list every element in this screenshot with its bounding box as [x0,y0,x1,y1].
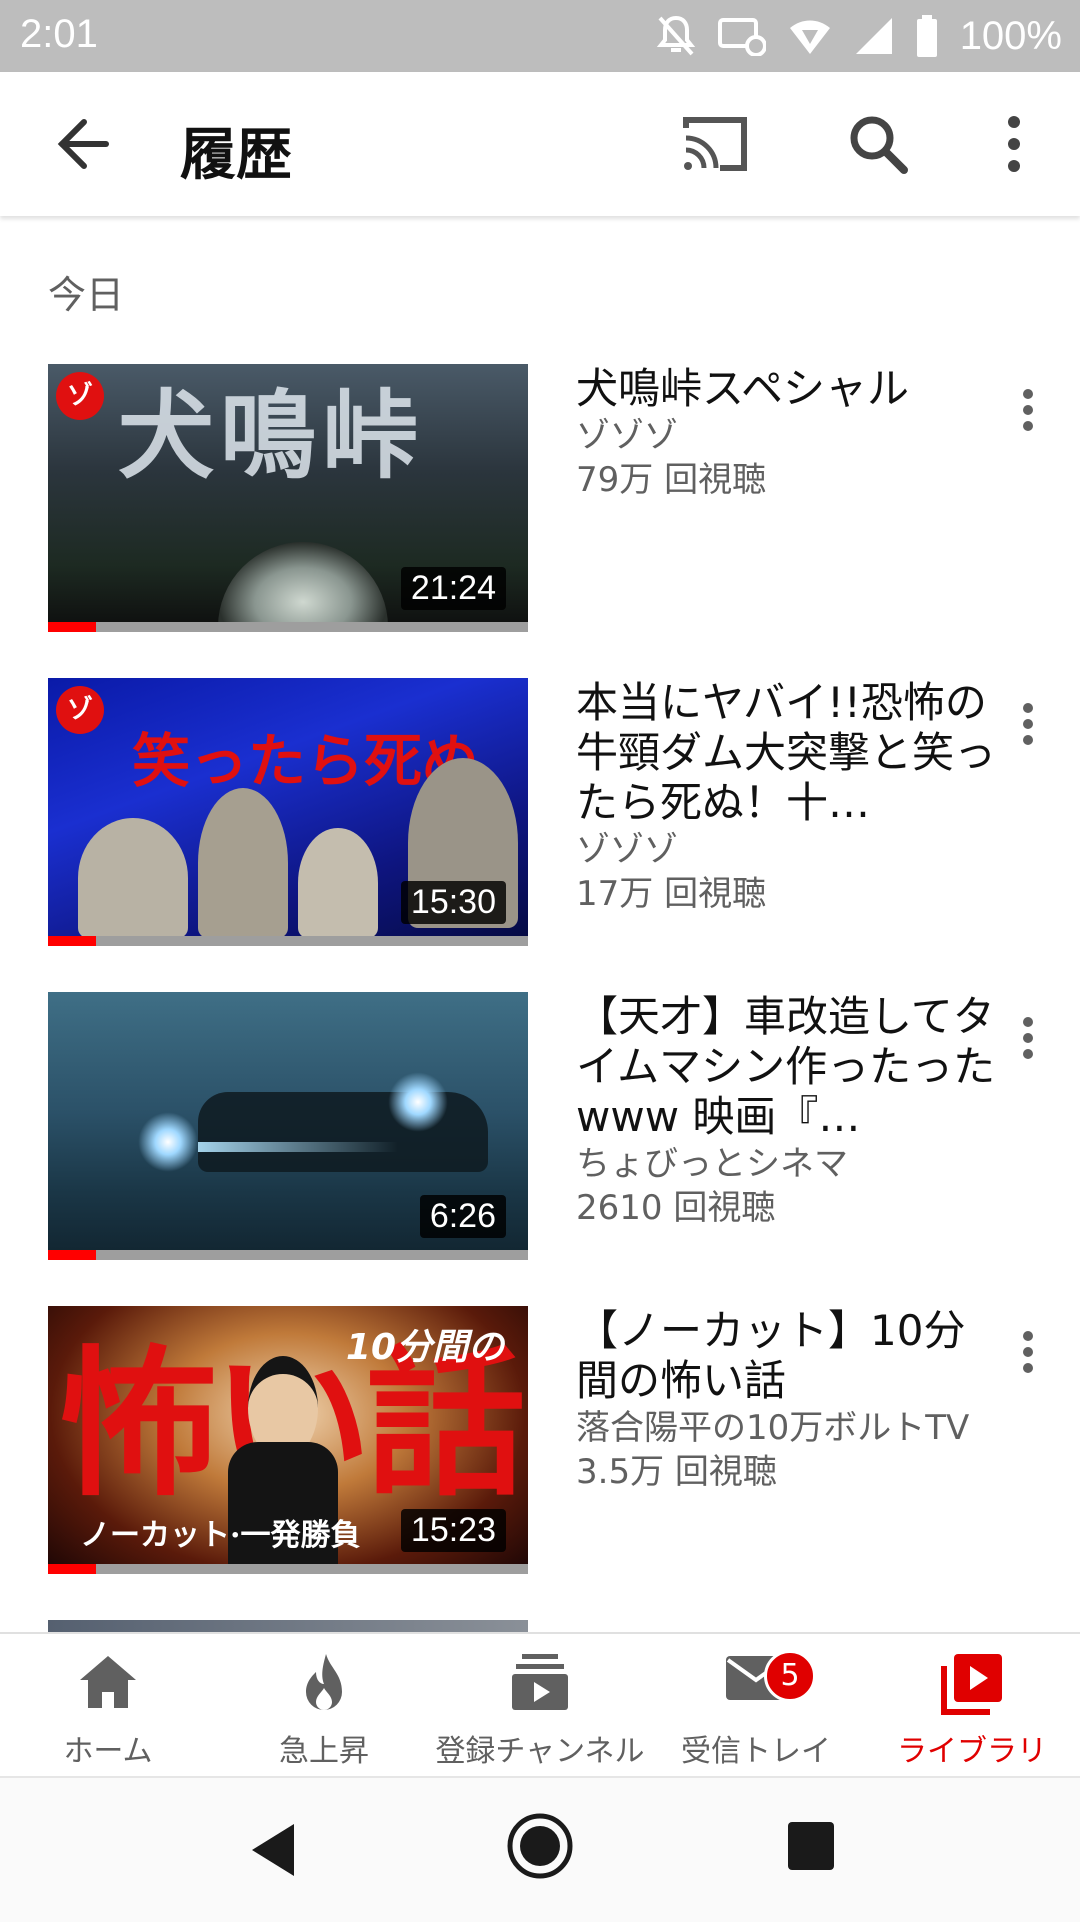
thumbnail-title-text: 犬鳴峠 [118,380,424,492]
system-navigation-bar [0,1776,1080,1922]
data-saver-icon [717,18,766,56]
video-info: 犬鳴峠スペシャル ゾゾゾ 79万 回視聴 [576,364,996,502]
nav-item-home[interactable]: ホーム [0,1634,216,1778]
video-duration: 6:26 [419,1195,506,1238]
watch-progress-fill [48,622,96,632]
video-item[interactable]: 6:26 【天才】車改造してタイムマシン作ったったwww 映画『… ちょびっとシ… [48,992,1048,1262]
video-title[interactable]: 【ノーカット】10分間の怖い話 [576,1306,996,1406]
video-channel: 落合陽平の10万ボルトTV [576,1408,970,1448]
thumbnail-corner-text: 10分間の [345,1327,504,1368]
video-views: 79万 回視聴 [576,460,767,500]
video-duration: 15:23 [400,1509,506,1552]
library-icon [941,1654,1002,1715]
search-icon[interactable] [842,108,914,180]
system-recents-icon[interactable] [786,1818,836,1874]
nav-label: 登録チャンネル [435,1734,645,1769]
video-item[interactable]: 怖い話 10分間の ノーカット·一発勝負 15:23 【ノーカット】10分間の怖… [48,1306,1048,1576]
more-vert-icon[interactable] [1008,698,1048,758]
more-vert-icon[interactable] [990,108,1038,180]
watch-progress-fill [48,936,96,946]
status-bar: 2:01 100% [0,0,1080,72]
status-icons: 100% [656,10,1062,62]
video-thumbnail[interactable]: 6:26 [48,992,528,1260]
nav-item-inbox[interactable]: 5 受信トレイ [648,1634,864,1778]
watch-progress-track [48,936,528,946]
video-duration: 21:24 [400,567,506,610]
wifi-icon [789,20,830,54]
video-item-partial[interactable] [48,1620,528,1632]
statue-shape [78,818,188,938]
statue-shape [198,788,288,938]
video-thumbnail[interactable]: 怖い話 10分間の ノーカット·一発勝負 15:23 [48,1306,528,1574]
video-title[interactable]: 犬鳴峠スペシャル [576,364,996,414]
nav-item-trending[interactable]: 急上昇 [216,1634,432,1778]
app-bar: 履歴 [0,72,1080,216]
subscriptions-icon [512,1654,568,1710]
watch-progress-fill [48,1250,96,1260]
notifications-off-icon [656,15,695,56]
battery-percent: 100% [959,13,1062,58]
video-views: 2610 回視聴 [576,1188,776,1228]
video-thumbnail[interactable]: 笑ったら死ぬ ゾ 15:30 [48,678,528,946]
more-vert-icon[interactable] [1008,1012,1048,1072]
video-item[interactable]: 笑ったら死ぬ ゾ 15:30 本当にヤバイ!!恐怖の牛頸ダム大突撃と笑ったら死ぬ… [48,678,1048,948]
video-channel: ゾゾゾ [576,416,678,456]
channel-logo: ゾ [56,686,104,734]
light-streak [198,1142,398,1152]
back-arrow-icon[interactable] [44,112,124,176]
video-item[interactable]: 犬鳴峠 ゾ 21:24 犬鳴峠スペシャル ゾゾゾ 79万 回視聴 [48,364,1048,634]
notification-badge: 5 [764,1650,816,1702]
watch-progress-fill [48,1564,96,1574]
signal-icon [855,18,892,54]
watch-progress-track [48,1250,528,1260]
video-title[interactable]: 【天才】車改造してタイムマシン作ったったwww 映画『… [576,992,996,1142]
light-glow [138,1112,198,1172]
video-channel: ゾゾゾ [576,830,678,870]
more-vert-icon[interactable] [1008,384,1048,444]
statue-shape [298,828,378,938]
battery-icon [916,15,937,57]
page-title: 履歴 [180,123,292,188]
video-title[interactable]: 本当にヤバイ!!恐怖の牛頸ダム大突撃と笑ったら死ぬ！十… [576,678,996,828]
nav-label: 急上昇 [279,1734,369,1769]
nav-label: 受信トレイ [681,1734,831,1769]
section-label-today: 今日 [48,273,125,317]
video-views: 17万 回視聴 [576,874,767,914]
video-channel: ちょびっとシネマ [576,1144,848,1184]
system-home-icon[interactable] [506,1812,574,1880]
video-duration: 15:30 [400,881,506,924]
nav-label: ライブラリ [897,1734,1047,1769]
status-time: 2:01 [20,12,98,56]
bottom-navigation: ホーム 急上昇 登録チャンネル 5 受信トレイ ライブラリ [0,1632,1080,1778]
home-icon [80,1656,136,1708]
video-info: 本当にヤバイ!!恐怖の牛頸ダム大突撃と笑ったら死ぬ！十… ゾゾゾ 17万 回視聴 [576,678,996,916]
watch-progress-track [48,1564,528,1574]
video-thumbnail[interactable]: 犬鳴峠 ゾ 21:24 [48,364,528,632]
cast-icon[interactable] [680,108,752,180]
watch-progress-track [48,622,528,632]
channel-logo: ゾ [56,372,104,420]
nav-item-library[interactable]: ライブラリ [864,1634,1080,1778]
video-info: 【ノーカット】10分間の怖い話 落合陽平の10万ボルトTV 3.5万 回視聴 [576,1306,996,1494]
light-glow [388,1072,448,1132]
nav-label: ホーム [63,1734,153,1769]
video-views: 3.5万 回視聴 [576,1452,777,1492]
tunnel-shape [218,542,388,632]
video-info: 【天才】車改造してタイムマシン作ったったwww 映画『… ちょびっとシネマ 26… [576,992,996,1230]
flame-icon [306,1654,342,1710]
more-vert-icon[interactable] [1008,1326,1048,1386]
thumbnail-subtext: ノーカット·一発勝負 [80,1518,361,1553]
nav-item-subscriptions[interactable]: 登録チャンネル [432,1634,648,1778]
system-back-icon[interactable] [244,1818,304,1882]
